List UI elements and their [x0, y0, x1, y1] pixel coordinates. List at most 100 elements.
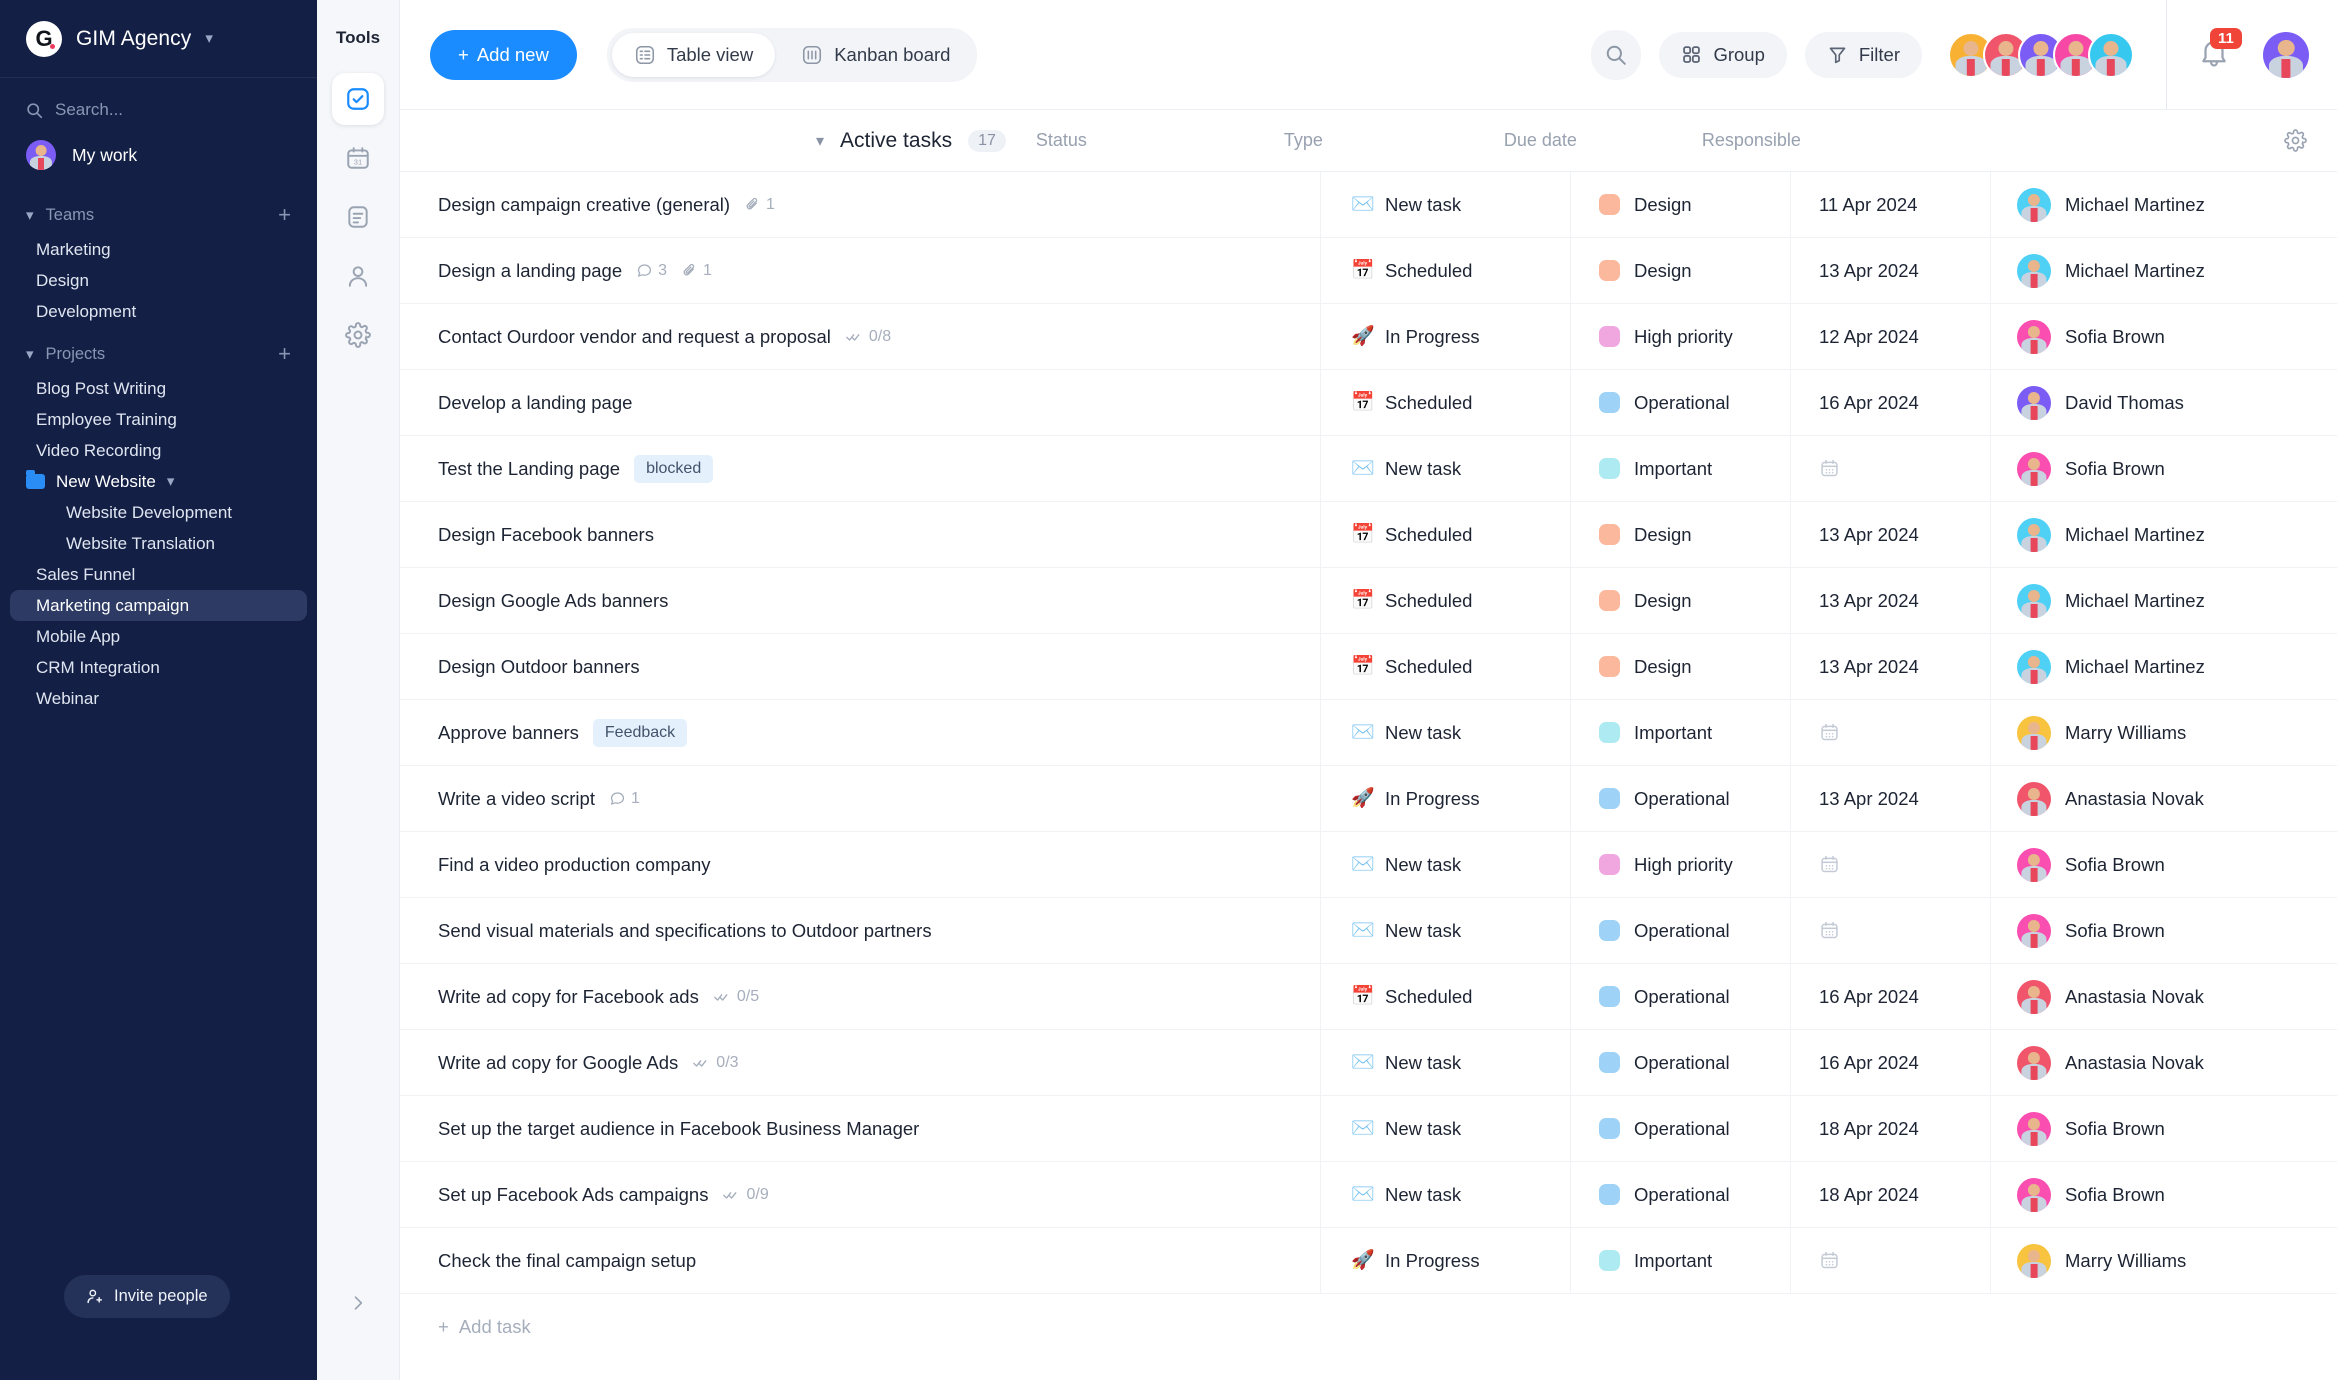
sidebar-search[interactable]: Search... — [0, 78, 317, 130]
status-cell[interactable]: 📅 Scheduled — [1320, 964, 1570, 1029]
rail-item-contacts[interactable] — [332, 250, 384, 302]
type-cell[interactable]: Important — [1570, 436, 1790, 501]
responsible-cell[interactable]: Sofia Brown — [1990, 1162, 2337, 1227]
due-date-cell[interactable]: 13 Apr 2024 — [1790, 502, 1990, 567]
responsible-cell[interactable]: Marry Williams — [1990, 1228, 2337, 1293]
table-row[interactable]: Develop a landing page 📅 Scheduled Operatio… — [400, 370, 2337, 436]
column-header-due-date[interactable]: Due date — [1476, 130, 1676, 151]
status-cell[interactable]: 📅 Scheduled — [1320, 568, 1570, 633]
teams-section-header[interactable]: ▾ Teams + — [0, 188, 317, 234]
column-header-type[interactable]: Type — [1256, 130, 1476, 151]
responsible-cell[interactable]: Michael Martinez — [1990, 172, 2337, 237]
table-row[interactable]: Test the Landing page blocked ✉️ New task Im… — [400, 436, 2337, 502]
column-header-responsible[interactable]: Responsible — [1676, 129, 2337, 152]
table-row[interactable]: Design Facebook banners 📅 Scheduled Design 1… — [400, 502, 2337, 568]
responsible-cell[interactable]: Anastasia Novak — [1990, 1030, 2337, 1095]
status-cell[interactable]: 🚀 In Progress — [1320, 766, 1570, 831]
status-cell[interactable]: ✉️ New task — [1320, 700, 1570, 765]
search-button[interactable] — [1591, 29, 1642, 80]
due-date-cell[interactable]: 13 Apr 2024 — [1790, 238, 1990, 303]
table-row[interactable]: Write ad copy for Google Ads 0/3 ✉️ New tas… — [400, 1030, 2337, 1096]
responsible-cell[interactable]: David Thomas — [1990, 370, 2337, 435]
table-row[interactable]: Approve banners Feedback ✉️ New task Importa… — [400, 700, 2337, 766]
table-row[interactable]: Design campaign creative (general) 1 ✉️ New… — [400, 172, 2337, 238]
sidebar-item-crm-integration[interactable]: CRM Integration — [10, 652, 307, 683]
responsible-cell[interactable]: Anastasia Novak — [1990, 964, 2337, 1029]
type-cell[interactable]: Design — [1570, 502, 1790, 567]
task-name-cell[interactable]: Write ad copy for Google Ads 0/3 — [400, 1052, 1320, 1074]
rail-item-settings[interactable] — [332, 309, 384, 361]
task-name-cell[interactable]: Develop a landing page — [400, 392, 1320, 414]
due-date-cell[interactable]: 16 Apr 2024 — [1790, 370, 1990, 435]
due-date-cell[interactable] — [1790, 1228, 1990, 1293]
type-cell[interactable]: Operational — [1570, 766, 1790, 831]
chevron-down-icon[interactable]: ▾ — [816, 131, 824, 151]
status-cell[interactable]: ✉️ New task — [1320, 1030, 1570, 1095]
workspace-switcher[interactable]: G GIM Agency ▾ — [0, 0, 317, 78]
responsible-cell[interactable]: Michael Martinez — [1990, 502, 2337, 567]
task-name-cell[interactable]: Check the final campaign setup — [400, 1250, 1320, 1272]
sidebar-item-team[interactable]: Marketing — [10, 234, 307, 265]
rail-item-calendar[interactable]: 31 — [332, 132, 384, 184]
responsible-cell[interactable]: Sofia Brown — [1990, 1096, 2337, 1161]
status-cell[interactable]: ✉️ New task — [1320, 1162, 1570, 1227]
task-name-cell[interactable]: Design Facebook banners — [400, 524, 1320, 546]
due-date-cell[interactable]: 12 Apr 2024 — [1790, 304, 1990, 369]
type-cell[interactable]: Design — [1570, 238, 1790, 303]
responsible-cell[interactable]: Michael Martinez — [1990, 634, 2337, 699]
sidebar-item-marketing-campaign[interactable]: Marketing campaign — [10, 590, 307, 621]
due-date-cell[interactable]: 13 Apr 2024 — [1790, 634, 1990, 699]
tab-table-view[interactable]: Table view — [611, 32, 776, 77]
table-row[interactable]: Check the final campaign setup 🚀 In Progre… — [400, 1228, 2337, 1294]
status-cell[interactable]: 🚀 In Progress — [1320, 1228, 1570, 1293]
add-task-button[interactable]: + Add task — [400, 1294, 2337, 1338]
responsible-cell[interactable]: Marry Williams — [1990, 700, 2337, 765]
responsible-cell[interactable]: Sofia Brown — [1990, 304, 2337, 369]
table-row[interactable]: Send visual materials and specifications… — [400, 898, 2337, 964]
status-cell[interactable]: 🚀 In Progress — [1320, 304, 1570, 369]
group-button[interactable]: Group — [1659, 31, 1787, 78]
due-date-cell[interactable] — [1790, 700, 1990, 765]
status-cell[interactable]: 📅 Scheduled — [1320, 634, 1570, 699]
notifications-button[interactable]: 11 — [2197, 27, 2242, 75]
due-date-cell[interactable] — [1790, 898, 1990, 963]
table-settings-button[interactable] — [2284, 129, 2337, 152]
responsible-cell[interactable]: Anastasia Novak — [1990, 766, 2337, 831]
status-cell[interactable]: ✉️ New task — [1320, 436, 1570, 501]
type-cell[interactable]: Important — [1570, 700, 1790, 765]
task-name-cell[interactable]: Write a video script 1 — [400, 788, 1320, 810]
type-cell[interactable]: Design — [1570, 568, 1790, 633]
table-row[interactable]: Contact Ourdoor vendor and request a pro… — [400, 304, 2337, 370]
type-cell[interactable]: High priority — [1570, 304, 1790, 369]
due-date-cell[interactable]: 13 Apr 2024 — [1790, 568, 1990, 633]
invite-people-button[interactable]: Invite people — [64, 1275, 230, 1318]
table-row[interactable]: Find a video production company ✉️ New tas… — [400, 832, 2337, 898]
rail-item-tasks[interactable] — [332, 73, 384, 125]
filter-button[interactable]: Filter — [1804, 31, 1922, 78]
status-cell[interactable]: 📅 Scheduled — [1320, 370, 1570, 435]
type-cell[interactable]: Operational — [1570, 370, 1790, 435]
type-cell[interactable]: Important — [1570, 1228, 1790, 1293]
task-name-cell[interactable]: Approve banners Feedback — [400, 718, 1320, 747]
status-cell[interactable]: ✉️ New task — [1320, 898, 1570, 963]
type-cell[interactable]: Operational — [1570, 898, 1790, 963]
due-date-cell[interactable]: 16 Apr 2024 — [1790, 1030, 1990, 1095]
sidebar-item-webinar[interactable]: Webinar — [10, 683, 307, 714]
sidebar-folder-new-website[interactable]: New Website ▾ — [0, 466, 317, 497]
task-name-cell[interactable]: Design a landing page 3 1 — [400, 260, 1320, 282]
add-team-button[interactable]: + — [278, 204, 291, 226]
user-avatar[interactable] — [2263, 31, 2309, 78]
rail-collapse-button[interactable] — [343, 1288, 373, 1318]
member-avatar[interactable] — [2088, 31, 2134, 78]
due-date-cell[interactable]: 13 Apr 2024 — [1790, 766, 1990, 831]
due-date-cell[interactable]: 18 Apr 2024 — [1790, 1096, 1990, 1161]
column-header-status[interactable]: Status — [1006, 130, 1256, 151]
task-name-cell[interactable]: Set up Facebook Ads campaigns 0/9 — [400, 1184, 1320, 1206]
responsible-cell[interactable]: Michael Martinez — [1990, 568, 2337, 633]
status-cell[interactable]: ✉️ New task — [1320, 172, 1570, 237]
table-row[interactable]: Set up Facebook Ads campaigns 0/9 ✉️ New ta… — [400, 1162, 2337, 1228]
task-name-cell[interactable]: Test the Landing page blocked — [400, 454, 1320, 483]
due-date-cell[interactable] — [1790, 832, 1990, 897]
sidebar-item-my-work[interactable]: My work — [0, 130, 317, 188]
sidebar-item-website-development[interactable]: Website Development — [10, 497, 307, 528]
